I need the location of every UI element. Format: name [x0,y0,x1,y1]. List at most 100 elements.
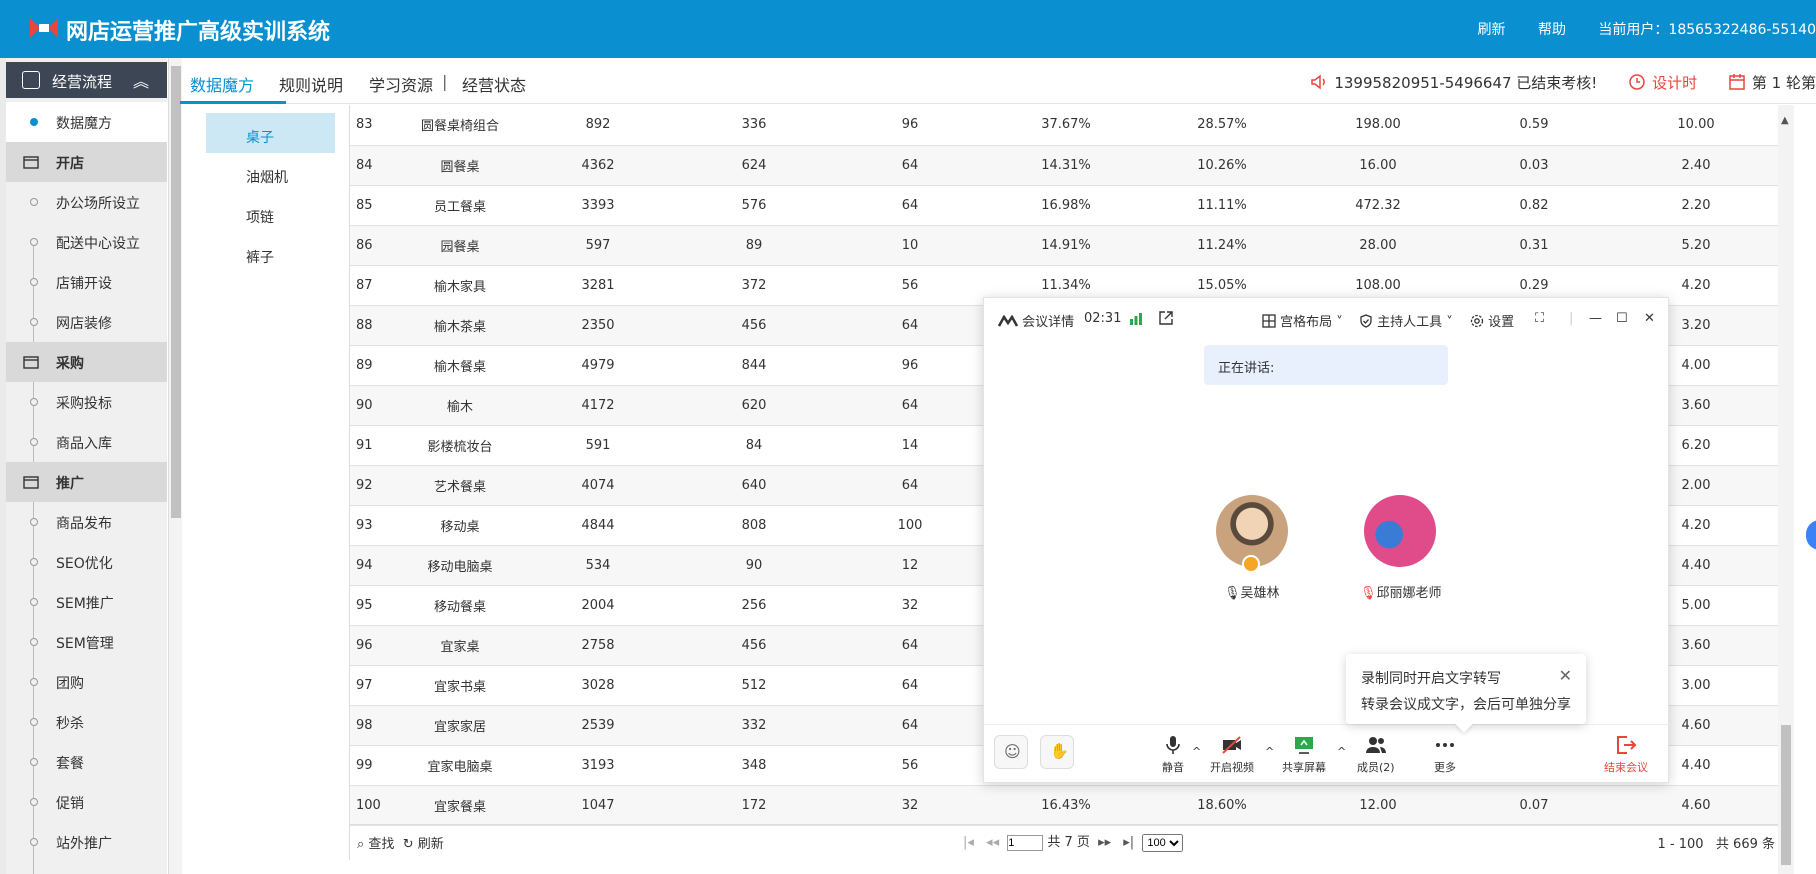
sidebar-item[interactable]: 店铺开设 [6,262,167,302]
sidebar-item[interactable]: SEM管理 [6,622,167,662]
search-icon[interactable]: ⌕ [357,837,364,852]
refresh-link[interactable]: 刷新 [1478,22,1506,38]
sidebar-item[interactable]: SEO优化 [6,542,167,582]
sidebar-item[interactable]: SEM推广 [6,582,167,622]
pager-center: |◂ ◂◂ 共 7 页 ▸▸ ▸| 100 [959,831,1184,852]
table-cell: 83 [350,105,400,146]
raise-hand-button[interactable]: ✋ [1040,735,1074,769]
table-row[interactable]: 100 宜家餐桌 1047 172 32 16.43% 18.60% 12.00 0.07 4.6… [350,785,1780,826]
sidebar-scrollbar[interactable] [168,58,182,874]
table-row[interactable]: 84 圆餐桌 4362 624 64 14.31% 10.26% 16.00 0.03 2.40 [350,145,1780,186]
table-cell: 86 [350,225,400,266]
sidebar-item[interactable]: 采购投标 [6,382,167,422]
signal-icon [1130,313,1142,325]
participant-avatar[interactable] [1364,495,1436,567]
maximize-icon[interactable]: ☐ [1616,311,1628,326]
layout-button[interactable]: 宫格布局 ˅ [1262,311,1343,330]
refresh-icon[interactable]: ↻ [403,837,414,852]
table-cell: 0.07 [1456,785,1612,826]
search-button[interactable]: 查找 [368,837,394,852]
content-scroll-thumb[interactable] [1781,725,1791,865]
sidebar-item[interactable]: 配送中心设立 [6,222,167,262]
table-cell: 宜家餐桌 [400,785,520,826]
table-cell: 98 [350,705,400,746]
category-item[interactable]: 桌子 [206,113,335,153]
grid-refresh-button[interactable]: 刷新 [418,837,444,852]
minimize-icon[interactable]: — [1589,311,1602,326]
video-button[interactable]: 开启视频 [1210,735,1254,775]
current-user: 当前用户：18565322486-55140 [1598,22,1816,38]
sidebar-item[interactable]: 办公场所设立 [6,182,167,222]
last-page-icon[interactable]: ▸| [1123,835,1134,850]
help-link[interactable]: 帮助 [1538,22,1566,38]
more-button[interactable]: 更多 [1434,735,1456,775]
sidebar-group[interactable]: 采购 [6,342,167,382]
table-cell: 3281 [520,265,676,306]
table-cell: 3028 [520,665,676,706]
category-item[interactable]: 项链 [206,193,335,233]
mute-options-icon[interactable]: ^ [1192,745,1201,758]
table-row[interactable]: 86 园餐桌 597 89 10 14.91% 11.24% 28.00 0.31 5.20 [350,225,1780,266]
sidebar-scroll-thumb[interactable] [171,66,181,518]
close-icon[interactable]: ✕ [1559,666,1572,685]
tab-data-cube[interactable]: 数据魔方 [190,72,254,96]
sidebar-item[interactable]: 商品入库 [6,422,167,462]
table-cell: 64 [832,305,988,346]
page-input[interactable] [1007,834,1044,851]
fullscreen-icon[interactable]: ⛶ [1535,311,1544,326]
timer-label: 设计时 [1652,74,1698,92]
table-cell: 456 [676,305,832,346]
table-row[interactable]: 83 圆餐桌椅组合 892 336 96 37.67% 28.57% 198.00 0.59 10… [350,105,1780,146]
table-row[interactable]: 85 员工餐桌 3393 576 64 16.98% 11.11% 472.32 0.82 2.2… [350,185,1780,226]
content-scrollbar[interactable]: ▲ [1778,105,1794,874]
table-cell: 10.26% [1144,145,1300,186]
table-cell: 100 [832,505,988,546]
collapse-icon[interactable]: ︽ [133,68,149,92]
prev-page-icon[interactable]: ◂◂ [986,835,999,850]
popout-icon[interactable] [1158,310,1174,326]
page-size-select[interactable]: 100 [1142,833,1184,852]
sidebar-item[interactable]: 团购 [6,662,167,702]
close-icon[interactable]: ✕ [1644,311,1655,326]
table-cell: 99 [350,745,400,786]
next-page-icon[interactable]: ▸▸ [1098,835,1111,850]
table-cell: 64 [832,665,988,706]
sidebar-item[interactable]: 秒杀 [6,702,167,742]
sidebar-group[interactable]: 开店 [6,142,167,182]
sidebar-header[interactable]: 经营流程 ︽ [6,62,167,98]
table-cell: 18.60% [1144,785,1300,826]
sidebar-item[interactable]: 数据魔方 [6,102,167,142]
category-item[interactable]: 裤子 [206,233,335,273]
share-options-icon[interactable]: ^ [1337,745,1346,758]
table-cell: 10 [832,225,988,266]
sidebar-item[interactable]: 促销 [6,782,167,822]
app-title: 网店运营推广高级实训系统 [66,20,331,45]
sidebar-item[interactable]: 网店装修 [6,302,167,342]
emoji-button[interactable]: ☺ [994,735,1028,769]
sidebar-item[interactable]: 站外推广 [6,822,167,862]
mute-button[interactable]: 静音 [1162,735,1184,775]
table-cell: 56 [832,745,988,786]
sidebar-item-label: 数据魔方 [56,116,112,132]
tab-status[interactable]: 经营状态 [462,72,526,96]
sidebar-group[interactable]: 推广 [6,462,167,502]
scroll-up-icon[interactable]: ▲ [1781,115,1789,126]
first-page-icon[interactable]: |◂ [963,835,974,850]
timer[interactable]: 设计时 [1628,72,1697,93]
sidebar-item-label: 网店装修 [56,316,112,332]
end-meeting-button[interactable]: 结束会议 [1604,735,1648,775]
table-cell: 100 [350,785,400,826]
tab-rules[interactable]: 规则说明 [279,72,343,96]
meeting-info[interactable]: 会议详情 [997,311,1074,330]
share-screen-button[interactable]: 共享屏幕 [1282,735,1326,775]
sidebar-item[interactable]: 套餐 [6,742,167,782]
app-window: 网店运营推广高级实训系统 刷新 帮助 当前用户：18565322486-5514… [0,0,1816,874]
settings-button[interactable]: 设置 [1470,311,1514,330]
sidebar-item[interactable]: 商品发布 [6,502,167,542]
video-options-icon[interactable]: ^ [1265,745,1274,758]
host-tools-button[interactable]: 主持人工具 ˅ [1359,311,1453,330]
category-item[interactable]: 油烟机 [206,153,335,193]
members-button[interactable]: 成员(2) [1357,735,1395,775]
table-cell: 91 [350,425,400,466]
tab-learning[interactable]: 学习资源 [369,72,433,96]
